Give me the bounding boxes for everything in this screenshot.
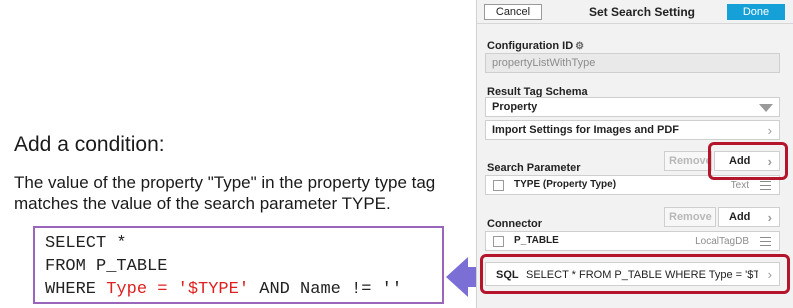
- parameter-name: TYPE (Property Type): [514, 179, 617, 190]
- config-id-label-text: Configuration ID: [487, 40, 574, 52]
- add-connector-label: Add: [729, 211, 751, 223]
- condition-heading: Add a condition:: [14, 133, 165, 156]
- drag-handle-icon[interactable]: [760, 181, 771, 193]
- drag-handle-icon[interactable]: [760, 237, 771, 249]
- config-id-label: Configuration ID ⚙: [487, 40, 584, 52]
- add-connector-button[interactable]: Add ›: [718, 207, 780, 227]
- config-id-value: propertyListWithType: [492, 57, 596, 69]
- code-line-3: WHERE Type = '$TYPE' AND Name != '': [45, 278, 442, 301]
- gear-icon[interactable]: ⚙: [575, 41, 584, 52]
- search-setting-dialog: Cancel Set Search Setting Done Configura…: [476, 0, 793, 308]
- description-line-1: The value of the property "Type" in the …: [14, 173, 436, 192]
- chevron-right-icon: ›: [767, 210, 772, 225]
- code-line-1: SELECT *: [45, 234, 127, 253]
- connector-row[interactable]: P_TABLE LocalTagDB: [485, 231, 780, 251]
- import-settings-row[interactable]: Import Settings for Images and PDF ›: [485, 120, 780, 140]
- remove-connector-button[interactable]: Remove: [664, 207, 716, 227]
- connector-type: LocalTagDB: [695, 236, 749, 247]
- connector-label: Connector: [487, 218, 542, 230]
- chevron-right-icon: ›: [767, 123, 772, 138]
- connector-name: P_TABLE: [514, 235, 559, 246]
- dialog-titlebar: Cancel Set Search Setting Done: [477, 0, 793, 24]
- done-button[interactable]: Done: [727, 4, 785, 20]
- result-schema-select[interactable]: Property: [485, 97, 780, 117]
- dialog-title: Set Search Setting: [588, 5, 696, 19]
- code-line-3-prefix: WHERE: [45, 280, 107, 299]
- code-line-2: FROM P_TABLE: [45, 257, 168, 276]
- code-line-3-suffix: AND Name != '': [249, 280, 403, 299]
- import-settings-label: Import Settings for Images and PDF: [492, 124, 680, 136]
- search-parameter-label: Search Parameter: [487, 162, 581, 174]
- sql-row-highlight: [480, 254, 790, 294]
- code-condition-highlight: Type = '$TYPE': [106, 280, 250, 299]
- parameter-checkbox[interactable]: [493, 180, 504, 191]
- cancel-button[interactable]: Cancel: [484, 4, 542, 20]
- config-id-field[interactable]: propertyListWithType: [485, 53, 780, 73]
- condition-description: The value of the property "Type" in the …: [14, 172, 435, 214]
- result-schema-value: Property: [492, 101, 538, 113]
- connector-checkbox[interactable]: [493, 236, 504, 247]
- description-line-2: matches the value of the search paramete…: [14, 194, 391, 213]
- remove-parameter-button[interactable]: Remove: [664, 151, 712, 171]
- parameter-type: Text: [730, 180, 749, 191]
- add-button-highlight: [708, 142, 788, 180]
- dropdown-arrow-icon: [759, 104, 773, 112]
- sql-code-box: SELECT * FROM P_TABLE WHERE Type = '$TYPE'…: [33, 226, 444, 304]
